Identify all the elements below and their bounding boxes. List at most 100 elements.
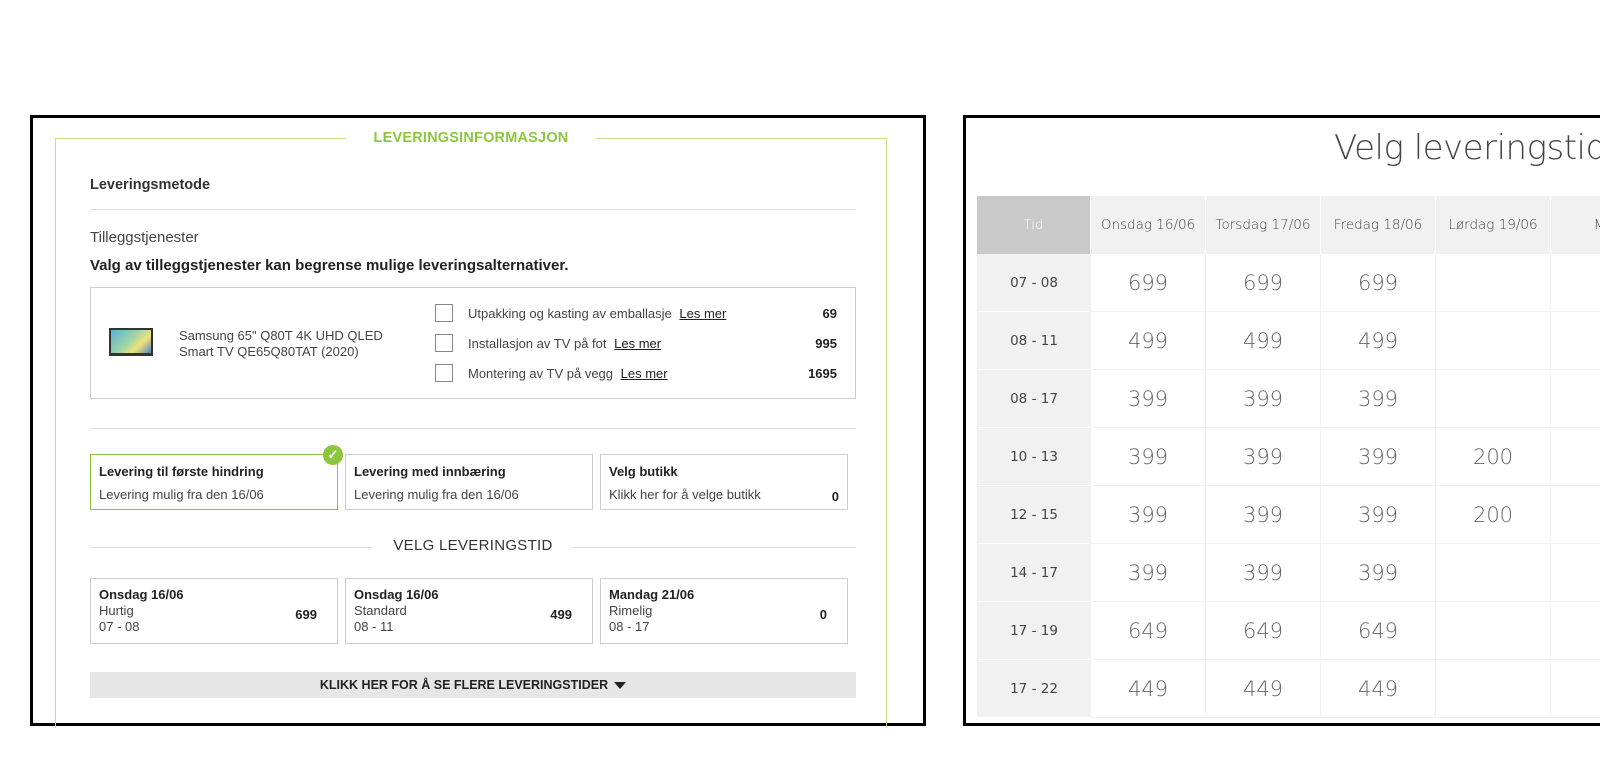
delivery-time-title: Velg leveringstid — [1334, 128, 1600, 168]
price-cell — [1436, 312, 1551, 370]
section-title: LEVERINGSINFORMASJON — [346, 130, 596, 146]
price-cell — [1551, 254, 1600, 312]
service-label: Utpakking og kasting av emballasje — [468, 306, 672, 321]
option-subtitle: Levering mulig fra den 16/06 — [99, 487, 264, 502]
pick-time-title: VELG LEVERINGSTID — [373, 537, 573, 554]
time-slot-standard[interactable]: Onsdag 16/06 Standard 08 - 11 499 — [345, 578, 593, 644]
divider — [90, 428, 856, 429]
price-cell — [1551, 544, 1600, 602]
price-cell — [1551, 312, 1600, 370]
service-label: Montering av TV på vegg — [468, 366, 614, 381]
delivery-time-panel: Velg leveringstid Tid Onsdag 16/06 Torsdag… — [963, 115, 1600, 726]
price-cell[interactable]: 449 — [1091, 660, 1206, 718]
product-name: Samsung 65" Q80T 4K UHD QLED Smart TV QE… — [179, 328, 383, 359]
service-unpacking: Utpakking og kasting av emballasje Les m… — [435, 304, 837, 324]
slot-day: Onsdag 16/06 — [99, 587, 184, 602]
price-cell[interactable]: 399 — [1321, 544, 1436, 602]
slot-price: 0 — [819, 607, 827, 622]
delivery-info-section: LEVERINGSINFORMASJON Leveringsmetode Til… — [55, 130, 887, 728]
price-cell[interactable]: 200 — [1436, 486, 1551, 544]
delivery-option-carry-in[interactable]: Levering med innbæring Levering mulig fr… — [345, 454, 593, 510]
read-more-link[interactable]: Les mer — [679, 306, 726, 321]
time-slot-fast[interactable]: Onsdag 16/06 Hurtig 07 - 08 699 — [90, 578, 338, 644]
price-cell[interactable]: 200 — [1436, 428, 1551, 486]
time-range-cell: 17 - 22 — [977, 660, 1091, 718]
read-more-link[interactable]: Les mer — [621, 366, 668, 381]
option-subtitle: Klikk her for å velge butikk — [609, 487, 761, 502]
price-cell[interactable]: 449 — [1206, 660, 1321, 718]
slot-day: Mandag 21/06 — [609, 587, 695, 602]
column-header-day[interactable]: Man — [1551, 196, 1600, 254]
price-cell[interactable]: 699 — [1321, 254, 1436, 312]
option-price: 0 — [831, 489, 839, 504]
delivery-method-label: Leveringsmetode — [90, 177, 211, 193]
service-price: 69 — [822, 306, 837, 321]
column-header-day[interactable]: Torsdag 17/06 — [1206, 196, 1321, 254]
price-cell[interactable]: 499 — [1206, 312, 1321, 370]
time-range-cell: 12 - 15 — [977, 486, 1091, 544]
time-range-cell: 08 - 11 — [977, 312, 1091, 370]
column-header-day[interactable]: Lørdag 19/06 — [1436, 196, 1551, 254]
price-cell[interactable]: 399 — [1206, 544, 1321, 602]
checkbox-unpacking[interactable] — [435, 304, 453, 322]
check-icon: ✓ — [323, 445, 343, 465]
caret-down-icon — [614, 682, 627, 690]
time-range-cell: 17 - 19 — [977, 602, 1091, 660]
price-cell[interactable]: 399 — [1206, 370, 1321, 428]
addons-warning: Valg av tilleggstjenester kan begrense m… — [90, 257, 569, 274]
column-header-day[interactable]: Fredag 18/06 — [1321, 196, 1436, 254]
time-range-cell: 10 - 13 — [977, 428, 1091, 486]
price-cell — [1436, 660, 1551, 718]
option-title: Levering til første hindring — [99, 464, 264, 479]
price-cell — [1551, 602, 1600, 660]
service-label: Installasjon av TV på fot — [468, 336, 607, 351]
slot-day: Onsdag 16/06 — [354, 587, 439, 602]
price-cell — [1551, 486, 1600, 544]
column-header-day[interactable]: Onsdag 16/06 — [1091, 196, 1206, 254]
tv-thumbnail-icon — [109, 328, 153, 356]
time-range-cell: 07 - 08 — [977, 254, 1091, 312]
price-cell[interactable]: 399 — [1206, 428, 1321, 486]
price-cell — [1551, 370, 1600, 428]
checkbox-wall-mount[interactable] — [435, 364, 453, 382]
option-title: Levering med innbæring — [354, 464, 506, 479]
service-wall-mount: Montering av TV på vegg Les mer 1695 — [435, 364, 837, 384]
time-slot-cheap[interactable]: Mandag 21/06 Rimelig 08 - 17 0 — [600, 578, 848, 644]
checkbox-stand-install[interactable] — [435, 334, 453, 352]
product-addons-box: Samsung 65" Q80T 4K UHD QLED Smart TV QE… — [90, 287, 856, 399]
price-cell — [1551, 428, 1600, 486]
more-times-label: KLIKK HER FOR Å SE FLERE LEVERINGSTIDER — [319, 678, 609, 692]
price-cell[interactable]: 399 — [1091, 370, 1206, 428]
price-cell[interactable]: 699 — [1091, 254, 1206, 312]
price-cell[interactable]: 399 — [1321, 370, 1436, 428]
slot-price: 699 — [295, 607, 317, 622]
price-cell — [1436, 370, 1551, 428]
price-cell[interactable]: 699 — [1206, 254, 1321, 312]
delivery-option-first-obstacle[interactable]: Levering til første hindring Levering mu… — [90, 445, 343, 510]
price-cell[interactable]: 399 — [1206, 486, 1321, 544]
addons-title: Tilleggstjenester — [90, 229, 199, 246]
price-cell — [1551, 660, 1600, 718]
price-cell[interactable]: 399 — [1091, 486, 1206, 544]
price-cell — [1436, 254, 1551, 312]
more-delivery-times-button[interactable]: KLIKK HER FOR Å SE FLERE LEVERINGSTIDER — [90, 672, 856, 698]
price-cell[interactable]: 399 — [1321, 486, 1436, 544]
price-cell[interactable]: 499 — [1321, 312, 1436, 370]
time-range-cell: 14 - 17 — [977, 544, 1091, 602]
price-cell[interactable]: 649 — [1321, 602, 1436, 660]
option-title: Velg butikk — [609, 464, 678, 479]
price-cell — [1436, 544, 1551, 602]
service-price: 995 — [815, 336, 837, 351]
delivery-info-panel: LEVERINGSINFORMASJON Leveringsmetode Til… — [30, 115, 926, 728]
price-cell[interactable]: 649 — [1206, 602, 1321, 660]
price-cell[interactable]: 449 — [1321, 660, 1436, 718]
service-stand-install: Installasjon av TV på fot Les mer 995 — [435, 334, 837, 354]
delivery-option-store[interactable]: Velg butikk Klikk her for å velge butikk… — [600, 454, 848, 510]
read-more-link[interactable]: Les mer — [614, 336, 661, 351]
price-cell[interactable]: 499 — [1091, 312, 1206, 370]
price-cell[interactable]: 399 — [1091, 428, 1206, 486]
option-subtitle: Levering mulig fra den 16/06 — [354, 487, 519, 502]
price-cell[interactable]: 649 — [1091, 602, 1206, 660]
price-cell[interactable]: 399 — [1321, 428, 1436, 486]
price-cell[interactable]: 399 — [1091, 544, 1206, 602]
